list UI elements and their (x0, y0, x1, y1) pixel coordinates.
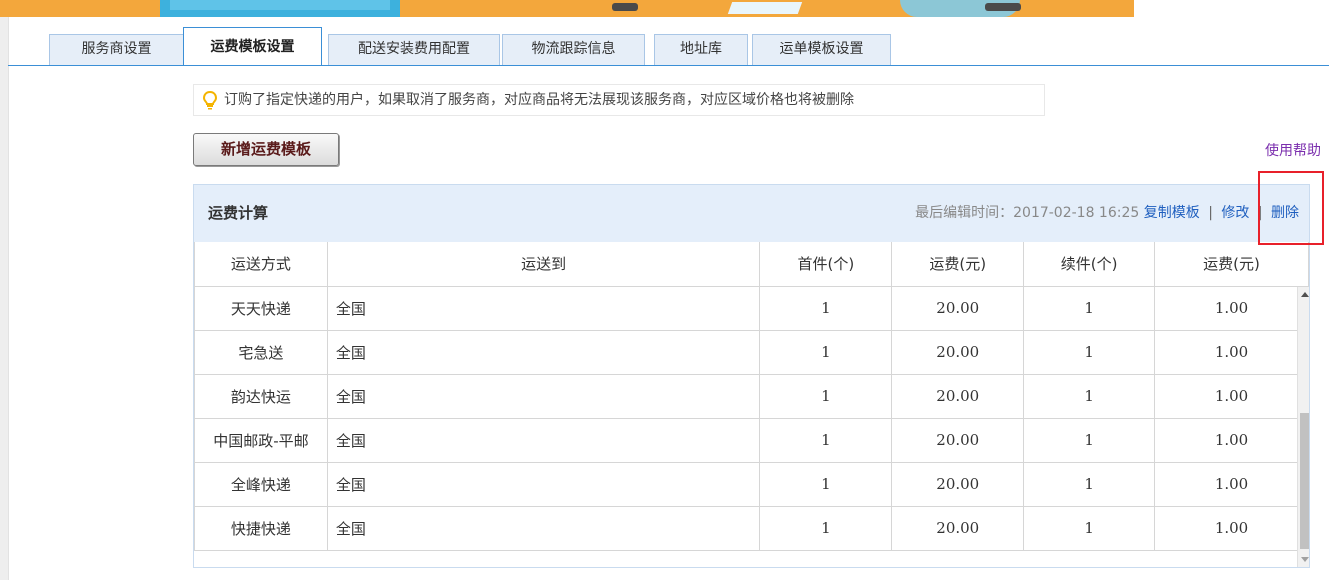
destination-cell: 全国 (326, 505, 761, 551)
banner-bar-highlight (170, 0, 390, 10)
panel-title: 运费计算 (208, 204, 269, 222)
shipping-rate-table: 运送方式 运送到 首件(个) 运费(元) 续件(个) 运费(元) 天天快递 全国… (194, 242, 1309, 551)
tab-delivery-install-fee-config[interactable]: 配送安装费用配置 (328, 34, 500, 65)
top-banner-image (0, 0, 1134, 17)
tab-logistics-tracking[interactable]: 物流跟踪信息 (502, 34, 645, 65)
notice-text: 订购了指定快递的用户，如果取消了服务商，对应商品将无法展现该服务商，对应区域价格… (224, 92, 854, 108)
shipping-method-cell: 宅急送 (194, 329, 328, 375)
first-item-fee-cell: 20.00 (891, 329, 1025, 375)
shipping-method-cell: 快捷快递 (194, 505, 328, 551)
first-item-count-cell: 1 (759, 373, 893, 419)
destination-cell: 全国 (326, 417, 761, 463)
additional-item-fee-cell: 1.00 (1154, 373, 1309, 419)
additional-item-fee-cell: 1.00 (1154, 417, 1309, 463)
shipping-method-cell: 天天快递 (194, 285, 328, 331)
additional-item-count-cell: 1 (1023, 417, 1156, 463)
additional-item-fee-cell: 1.00 (1154, 461, 1309, 507)
additional-item-fee-cell: 1.00 (1154, 505, 1309, 551)
first-item-count-cell: 1 (759, 285, 893, 331)
column-header: 续件(个) (1023, 242, 1156, 287)
separator: | (1208, 205, 1213, 221)
table-header-row: 运送方式 运送到 首件(个) 运费(元) 续件(个) 运费(元) (194, 242, 1309, 287)
table-row: 韵达快运 全国 1 20.00 1 1.00 (194, 373, 1309, 419)
column-header: 运送到 (326, 242, 761, 287)
column-header: 运送方式 (194, 242, 328, 287)
first-item-fee-cell: 20.00 (891, 285, 1025, 331)
window-left-border (0, 0, 9, 580)
additional-item-count-cell: 1 (1023, 285, 1156, 331)
additional-item-fee-cell: 1.00 (1154, 285, 1309, 331)
first-item-count-cell: 1 (759, 329, 893, 375)
scroll-up-arrow-icon[interactable] (1298, 287, 1310, 303)
tab-shipping-template-settings[interactable]: 运费模板设置 (183, 27, 322, 66)
tabs-underline (8, 65, 1329, 66)
notice-banner: 订购了指定快递的用户，如果取消了服务商，对应商品将无法展现该服务商，对应区域价格… (193, 84, 1045, 116)
column-header: 运费(元) (891, 242, 1025, 287)
add-shipping-template-button[interactable]: 新增运费模板 (193, 133, 339, 166)
first-item-count-cell: 1 (759, 505, 893, 551)
last-edit-label: 最后编辑时间： (915, 205, 1014, 221)
destination-cell: 全国 (326, 461, 761, 507)
column-header: 首件(个) (759, 242, 893, 287)
shipping-method-cell: 中国邮政-平邮 (194, 417, 328, 463)
shipping-method-cell: 韵达快运 (194, 373, 328, 419)
tab-service-provider-settings[interactable]: 服务商设置 (49, 34, 184, 65)
destination-cell: 全国 (326, 329, 761, 375)
table-row: 宅急送 全国 1 20.00 1 1.00 (194, 329, 1309, 375)
table-row: 快捷快递 全国 1 20.00 1 1.00 (194, 505, 1309, 551)
copy-template-link[interactable]: 复制模板 (1144, 205, 1200, 221)
table-row: 中国邮政-平邮 全国 1 20.00 1 1.00 (194, 417, 1309, 463)
edit-template-link[interactable]: 修改 (1221, 205, 1249, 221)
tab-address-library[interactable]: 地址库 (654, 34, 748, 65)
destination-cell: 全国 (326, 373, 761, 419)
banner-paper-shape (727, 2, 803, 14)
panel-header: 运费计算 最后编辑时间：2017-02-18 16:25 复制模板 | 修改 |… (194, 185, 1309, 242)
column-header: 运费(元) (1154, 242, 1309, 287)
first-item-fee-cell: 20.00 (891, 461, 1025, 507)
additional-item-count-cell: 1 (1023, 329, 1156, 375)
additional-item-count-cell: 1 (1023, 505, 1156, 551)
lightbulb-icon (202, 90, 218, 110)
table-scrollbar[interactable] (1297, 287, 1310, 567)
first-item-fee-cell: 20.00 (891, 417, 1025, 463)
scrollbar-thumb[interactable] (1300, 413, 1309, 549)
panel-meta: 最后编辑时间：2017-02-18 16:25 复制模板 | 修改 | 删除 (915, 185, 1299, 242)
banner-van-shape (985, 3, 1021, 11)
additional-item-count-cell: 1 (1023, 373, 1156, 419)
table-row: 全峰快递 全国 1 20.00 1 1.00 (194, 461, 1309, 507)
additional-item-count-cell: 1 (1023, 461, 1156, 507)
first-item-fee-cell: 20.00 (891, 373, 1025, 419)
destination-cell: 全国 (326, 285, 761, 331)
scroll-down-arrow-icon[interactable] (1298, 551, 1310, 567)
first-item-fee-cell: 20.00 (891, 505, 1025, 551)
help-link[interactable]: 使用帮助 (1265, 140, 1321, 160)
banner-truck-shape (612, 3, 638, 11)
first-item-count-cell: 1 (759, 461, 893, 507)
table-row: 天天快递 全国 1 20.00 1 1.00 (194, 285, 1309, 331)
tab-waybill-template-settings[interactable]: 运单模板设置 (752, 34, 891, 65)
last-edit-time: 2017-02-18 16:25 (1013, 205, 1140, 221)
shipping-template-panel: 运费计算 最后编辑时间：2017-02-18 16:25 复制模板 | 修改 |… (193, 184, 1310, 568)
shipping-method-cell: 全峰快递 (194, 461, 328, 507)
additional-item-fee-cell: 1.00 (1154, 329, 1309, 375)
delete-link-highlight-box (1258, 171, 1324, 245)
first-item-count-cell: 1 (759, 417, 893, 463)
